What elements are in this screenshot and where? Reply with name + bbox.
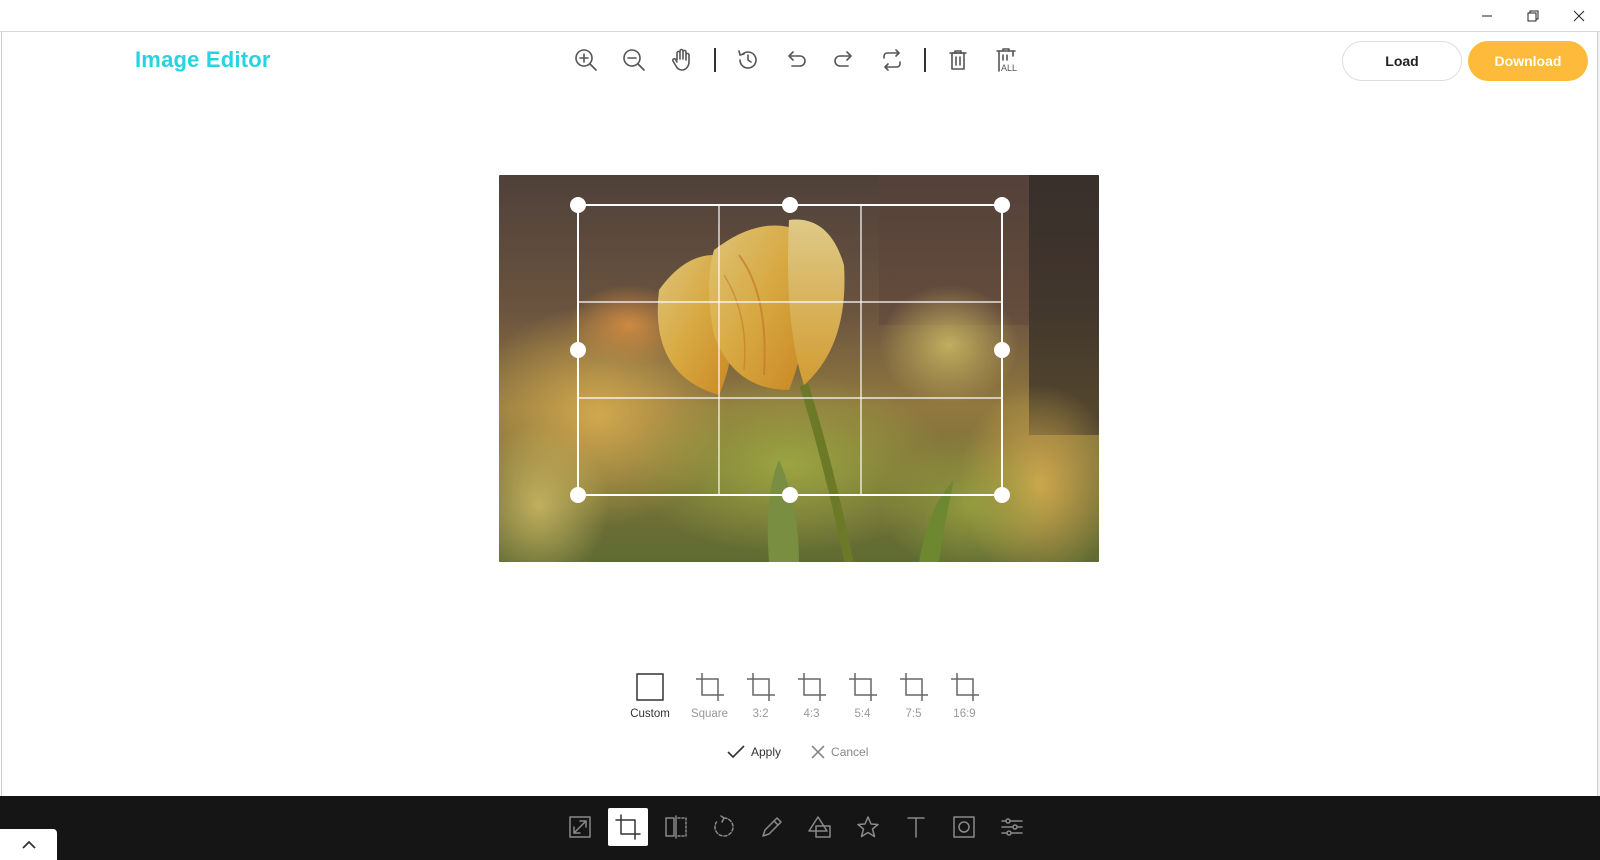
crop-icon — [899, 673, 928, 701]
menu-draw[interactable] — [752, 808, 792, 846]
preset-label: 3:2 — [752, 708, 769, 720]
crop-icon — [695, 673, 724, 701]
window-titlebar — [0, 0, 1600, 32]
crop-presets: Custom Square 3:2 4:3 5:4 7:5 16:9 — [616, 672, 990, 720]
menu-text[interactable] — [896, 808, 936, 846]
bottom-menu-bar — [0, 796, 1600, 860]
zoom-in-icon — [575, 49, 597, 71]
load-button[interactable]: Load — [1342, 41, 1462, 81]
menu-filter[interactable] — [992, 808, 1032, 846]
rotate-icon — [714, 815, 734, 837]
preset-label: Custom — [630, 708, 670, 720]
menu-crop[interactable] — [608, 808, 648, 846]
close-button[interactable] — [1556, 0, 1600, 32]
undo-icon — [788, 51, 806, 67]
download-button[interactable]: Download — [1468, 41, 1588, 81]
star-icon — [857, 816, 879, 838]
toolbar-divider — [924, 48, 926, 72]
preset-square[interactable]: Square — [684, 672, 735, 720]
hand-icon — [672, 48, 690, 71]
image-canvas[interactable] — [499, 175, 1099, 562]
chevron-up-icon — [21, 840, 36, 849]
cancel-button[interactable]: Cancel — [811, 745, 868, 759]
reset-icon — [883, 49, 901, 71]
menu-resize[interactable] — [560, 808, 600, 846]
toolbar-divider — [714, 48, 716, 72]
delete-button[interactable] — [934, 43, 982, 77]
text-icon — [907, 817, 925, 838]
preset-label: Square — [690, 708, 729, 720]
editor-app: Image Editor ALL Load Download Custom Sq… — [1, 32, 1598, 796]
app-logo: Image Editor — [135, 47, 271, 72]
crop-icon — [615, 814, 641, 840]
crop-icon — [797, 673, 826, 701]
image-editor-window: Image Editor ALL Load Download Custom Sq… — [0, 0, 1600, 860]
filter-icon — [1001, 818, 1023, 836]
crop-icon — [746, 673, 775, 701]
shape-icon — [808, 816, 831, 838]
crop-box[interactable] — [577, 204, 1003, 496]
restore-button[interactable] — [1510, 0, 1556, 32]
check-icon — [727, 745, 745, 759]
history-icon — [738, 50, 757, 69]
reset-button[interactable] — [868, 43, 916, 77]
apply-label: Apply — [751, 745, 782, 759]
delete-all-icon: ALL — [996, 48, 1017, 73]
mask-icon — [953, 816, 975, 838]
minimize-icon — [1482, 15, 1492, 17]
close-icon — [811, 745, 825, 759]
cancel-label: Cancel — [831, 745, 869, 759]
preset-5-4[interactable]: 5:4 — [837, 672, 888, 720]
delete-icon — [949, 50, 967, 70]
zoom-out-icon — [623, 49, 645, 71]
history-button[interactable] — [724, 43, 772, 77]
menu-rotate[interactable] — [704, 808, 744, 846]
close-icon — [1573, 10, 1585, 22]
crop-icon — [950, 673, 979, 701]
redo-button[interactable] — [820, 43, 868, 77]
preset-4-3[interactable]: 4:3 — [786, 672, 837, 720]
tool-menu — [560, 808, 1040, 846]
delete-all-text: ALL — [1001, 63, 1017, 73]
undo-button[interactable] — [772, 43, 820, 77]
minimize-button[interactable] — [1464, 0, 1510, 32]
crop-overlay[interactable] — [499, 175, 1099, 562]
crop-actions: Apply Cancel — [727, 744, 898, 760]
crop-handles[interactable] — [570, 197, 1010, 503]
top-toolbar: ALL — [562, 43, 1030, 77]
menu-mask[interactable] — [944, 808, 984, 846]
preset-custom[interactable]: Custom — [616, 672, 684, 720]
delete-all-button[interactable]: ALL — [982, 43, 1030, 77]
menu-flip[interactable] — [656, 808, 696, 846]
flip-icon — [665, 815, 687, 839]
crop-icon — [848, 673, 877, 701]
preset-label: 7:5 — [905, 708, 922, 720]
zoom-out-button[interactable] — [610, 43, 658, 77]
resize-icon — [569, 816, 591, 838]
apply-button[interactable]: Apply — [727, 744, 781, 760]
menu-shape[interactable] — [800, 808, 840, 846]
hand-button[interactable] — [658, 43, 706, 77]
custom-crop-icon — [636, 673, 664, 701]
pencil-icon — [762, 817, 782, 837]
preset-label: 5:4 — [854, 708, 871, 720]
preset-16-9[interactable]: 16:9 — [939, 672, 990, 720]
preset-label: 4:3 — [803, 708, 820, 720]
preset-3-2[interactable]: 3:2 — [735, 672, 786, 720]
menu-icon[interactable] — [848, 808, 888, 846]
collapse-menu-button[interactable] — [0, 829, 57, 860]
zoom-in-button[interactable] — [562, 43, 610, 77]
preset-7-5[interactable]: 7:5 — [888, 672, 939, 720]
redo-icon — [834, 51, 852, 67]
restore-icon — [1527, 10, 1539, 22]
preset-label: 16:9 — [953, 708, 976, 720]
